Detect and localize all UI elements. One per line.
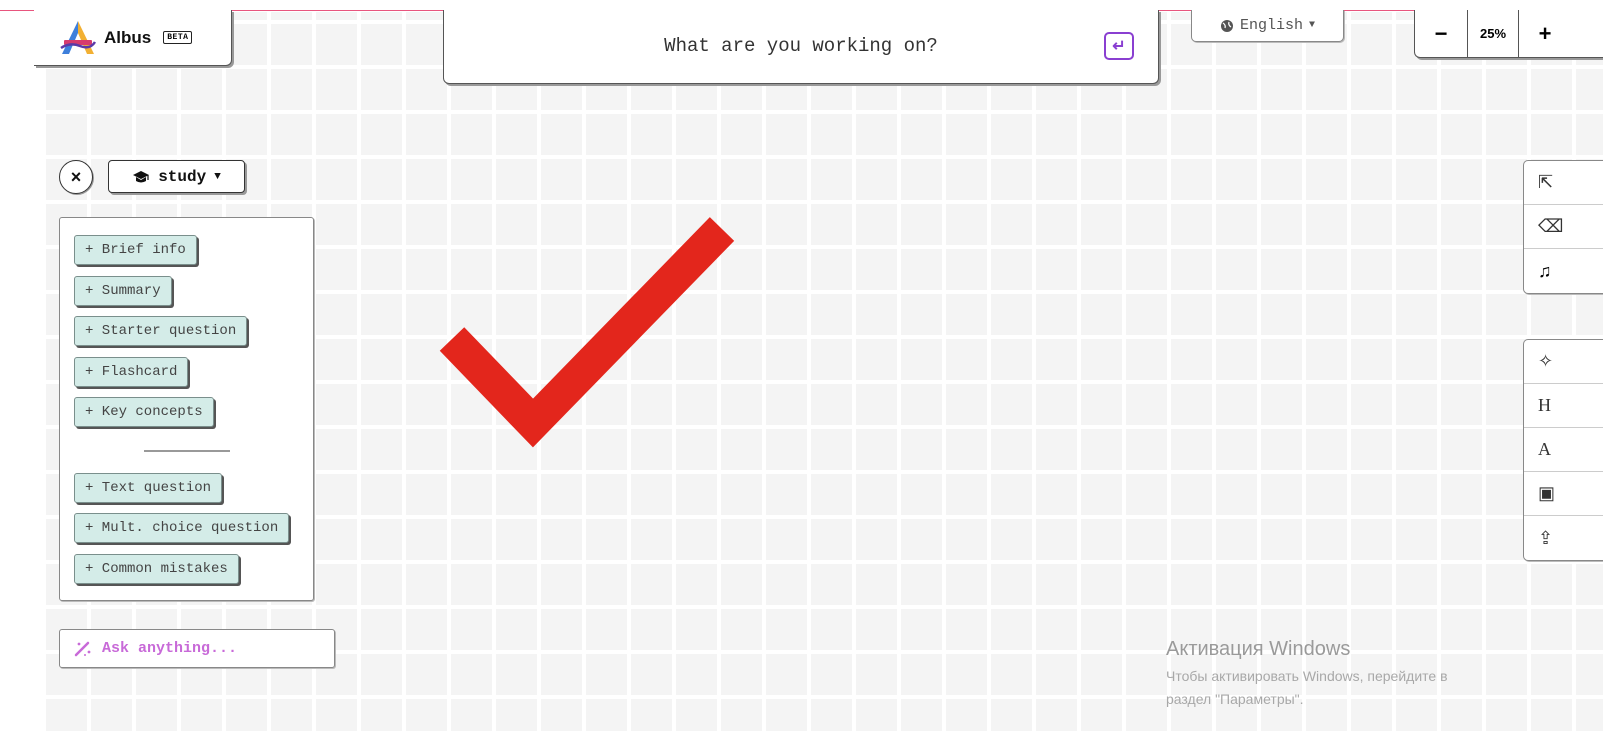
prompt-bar[interactable]: What are you working on? ↵	[443, 10, 1159, 84]
share-icon[interactable]: ⇱	[1524, 161, 1603, 205]
add-starter-question-button[interactable]: + Starter question	[74, 316, 248, 346]
magic-wand-icon	[74, 641, 91, 656]
app-name: Albus	[104, 27, 152, 47]
chevron-down-icon: ▼	[214, 170, 221, 183]
eraser-icon[interactable]: ⌫	[1524, 205, 1603, 249]
add-summary-button[interactable]: + Summary	[74, 276, 172, 306]
globe-icon	[1220, 19, 1233, 32]
zoom-out-button[interactable]: −	[1415, 10, 1468, 57]
zoom-in-button[interactable]: +	[1519, 10, 1571, 57]
close-icon: ×	[70, 166, 82, 187]
zoom-control: − 25% +	[1414, 10, 1603, 58]
right-toolbar-top: ⇱ ⌫ ♫	[1523, 160, 1603, 294]
magic-wand-icon[interactable]: ✧	[1524, 340, 1603, 384]
music-note-icon[interactable]: ♫	[1524, 249, 1603, 293]
close-button[interactable]: ×	[59, 160, 93, 194]
windows-activation-line2: раздел "Параметры".	[1166, 691, 1304, 707]
prompt-input[interactable]: What are you working on?	[444, 35, 1158, 57]
beta-badge: BETA	[163, 31, 193, 44]
heading-icon[interactable]: H	[1524, 384, 1603, 428]
mode-select[interactable]: study ▼	[108, 160, 245, 193]
add-mult-choice-question-button[interactable]: + Mult. choice question	[74, 513, 290, 543]
text-icon[interactable]: A	[1524, 428, 1603, 472]
upload-icon[interactable]: ⇪	[1524, 516, 1603, 560]
zoom-level: 25%	[1468, 10, 1519, 57]
enter-icon: ↵	[1112, 38, 1126, 55]
albus-logo-icon	[60, 20, 97, 54]
chevron-down-icon: ▼	[1309, 20, 1316, 31]
add-flashcard-button[interactable]: + Flashcard	[74, 357, 189, 387]
add-common-mistakes-button[interactable]: + Common mistakes	[74, 554, 239, 584]
language-select[interactable]: English ▼	[1191, 10, 1344, 42]
add-brief-info-button[interactable]: + Brief info	[74, 235, 197, 265]
submit-enter-button[interactable]: ↵	[1104, 32, 1134, 60]
ask-input[interactable]: Ask anything...	[59, 629, 335, 668]
windows-activation-title: Активация Windows	[1166, 638, 1351, 660]
windows-activation-line1: Чтобы активировать Windows, перейдите в	[1166, 668, 1448, 684]
mode-label: study	[158, 167, 207, 186]
logo-header: Albus BETA	[34, 10, 232, 66]
windows-activation-text: Чтобы активировать Windows, перейдите в …	[1166, 665, 1526, 711]
graduation-cap-icon	[133, 170, 150, 182]
block-menu-panel: + Brief info + Summary + Starter questio…	[59, 217, 314, 601]
add-text-question-button[interactable]: + Text question	[74, 473, 223, 503]
image-icon[interactable]: ▣	[1524, 472, 1603, 516]
language-label: English	[1239, 17, 1303, 34]
right-toolbar-bottom: ✧ H A ▣ ⇪	[1523, 339, 1603, 561]
ask-placeholder: Ask anything...	[102, 640, 238, 657]
divider	[144, 450, 230, 452]
add-key-concepts-button[interactable]: + Key concepts	[74, 397, 214, 427]
